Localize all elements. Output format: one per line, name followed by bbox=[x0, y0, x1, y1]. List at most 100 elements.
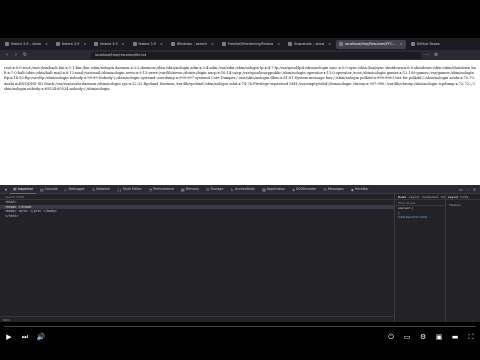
extensions-icon[interactable]: ⋯ bbox=[424, 52, 430, 58]
settings-icon[interactable]: ⚙ bbox=[418, 333, 428, 342]
fullscreen-icon[interactable]: ⛶ bbox=[466, 333, 476, 342]
tab-network[interactable]: ⇅ Network bbox=[89, 185, 113, 194]
volume-icon[interactable]: 🔊 bbox=[36, 333, 46, 341]
tab-label: Inspector bbox=[17, 186, 33, 191]
tab-label: Style Editor bbox=[122, 187, 142, 191]
controls-row: ▶ ⏭ 🔊 ⏻ ▭ ⚙ ▣ ▬ ⛶ bbox=[4, 330, 476, 344]
tab-accessibility[interactable]: ♿ Accessibility bbox=[227, 185, 258, 194]
tab-messages[interactable]: ✉ Messages bbox=[321, 185, 347, 194]
favicon-icon bbox=[170, 42, 175, 46]
tab-inspector[interactable]: ▣ Inspector bbox=[10, 185, 36, 194]
tab-label: fedora 3.9 bbox=[100, 42, 118, 46]
tab-3[interactable]: fedora 3.9 × bbox=[130, 40, 166, 49]
close-devtools-icon[interactable]: × bbox=[473, 187, 476, 192]
url-bar[interactable]: localhost/tmp/resumen/file.txt bbox=[91, 51, 421, 59]
tab-label: HackBar bbox=[354, 187, 369, 191]
forward-icon[interactable]: › bbox=[13, 52, 19, 58]
console-icon: ▤ bbox=[39, 186, 44, 192]
favicon-icon bbox=[410, 42, 415, 46]
tab-label: Network bbox=[96, 187, 110, 191]
tab-application[interactable]: ▩ Application bbox=[259, 185, 288, 194]
tab-label: Application bbox=[266, 187, 286, 191]
dominvader-icon: ◈ bbox=[292, 186, 296, 192]
tab-label: DOMInvader bbox=[296, 187, 317, 191]
tab-label: Messages bbox=[327, 187, 344, 191]
close-tab-icon[interactable]: × bbox=[122, 42, 125, 46]
tab-7-active[interactable]: localhost/tmp/Resumen/FFC... × bbox=[336, 39, 406, 49]
back-icon[interactable]: ‹ bbox=[4, 52, 10, 58]
tab-rules[interactable]: Rules bbox=[398, 195, 406, 199]
theater-icon[interactable]: ▬ bbox=[450, 333, 460, 342]
reload-icon[interactable]: ↻ bbox=[22, 52, 28, 58]
markup-line[interactable]: </html> bbox=[0, 214, 394, 219]
tab-computed[interactable]: Computed bbox=[422, 195, 438, 199]
dock-icon[interactable]: ▭ bbox=[459, 187, 463, 192]
tab-1[interactable]: fedora 3.9 × bbox=[53, 40, 89, 49]
menu-icon[interactable]: ≡ bbox=[433, 52, 439, 58]
tab-side-fonts[interactable]: Fonts bbox=[460, 195, 468, 199]
favicon-icon bbox=[94, 42, 99, 46]
favicon-icon bbox=[55, 42, 60, 46]
tab-console[interactable]: ▤ Console bbox=[37, 185, 61, 194]
tab-0[interactable]: fedora 3.9 – show × bbox=[2, 40, 51, 49]
tab-label: fedora 3.9 bbox=[61, 42, 80, 46]
tab-storage[interactable]: ☰ Storage bbox=[203, 185, 226, 194]
tab-label: Storage bbox=[210, 187, 224, 191]
breadcrumb-item[interactable]: html bbox=[3, 318, 10, 322]
tab-8[interactable]: GitHub Repos bbox=[408, 40, 443, 49]
autoplay-icon[interactable]: ⏻ bbox=[386, 333, 396, 342]
tab-label: Windows – search bbox=[176, 42, 208, 46]
tab-label: Memory bbox=[185, 187, 200, 191]
favicon-icon bbox=[5, 42, 9, 46]
tab-2[interactable]: fedora 3.9 × bbox=[91, 40, 127, 49]
devtools-body: Search HTML <html> <head> </head> <body>… bbox=[0, 194, 480, 322]
performance-icon: ◔ bbox=[148, 186, 153, 192]
tab-side-layout[interactable]: Layout bbox=[448, 195, 458, 199]
next-icon[interactable]: ⏭ bbox=[20, 333, 30, 342]
tab-label: Performance bbox=[153, 187, 175, 191]
application-icon: ▩ bbox=[262, 186, 266, 192]
close-tab-icon[interactable]: × bbox=[160, 42, 163, 46]
rule-row[interactable]: Inherited from html bbox=[395, 215, 445, 220]
browser-window: fedora 3.9 – show × fedora 3.9 × fedora 3.… bbox=[0, 38, 480, 322]
tab-label: Snapshots – show bbox=[294, 42, 325, 46]
passwd-text: root:x:0:0:root:/root:/bin/bash bin:x:1:… bbox=[4, 66, 476, 91]
tab-performance[interactable]: ◔ Performance bbox=[146, 185, 177, 194]
filter-placeholder: Filter Styles bbox=[398, 200, 416, 205]
debugger-icon: ▷ bbox=[64, 186, 68, 192]
storage-icon: ☰ bbox=[206, 186, 210, 192]
hackbar-icon: ◆ bbox=[350, 186, 354, 192]
tab-label: Debugger bbox=[68, 187, 85, 191]
miniplayer-icon[interactable]: ▣ bbox=[434, 333, 444, 342]
memory-icon: ▦ bbox=[181, 186, 185, 192]
tab-bar: fedora 3.9 – show × fedora 3.9 × fedora 3.… bbox=[0, 38, 480, 50]
tab-layout[interactable]: Layout bbox=[409, 195, 419, 199]
close-tab-icon[interactable]: × bbox=[45, 42, 48, 46]
play-icon[interactable]: ▶ bbox=[4, 333, 14, 341]
close-tab-icon[interactable]: × bbox=[277, 42, 280, 46]
tab-hackbar[interactable]: ◆ HackBar bbox=[348, 185, 372, 194]
tab-debugger[interactable]: ▷ Debugger bbox=[62, 185, 88, 194]
pick-element-icon[interactable]: ⌖ bbox=[3, 187, 9, 192]
tab-label: localhost/tmp/Resumen/FFC... bbox=[345, 42, 396, 46]
favicon-icon bbox=[339, 42, 344, 46]
close-tab-icon[interactable]: × bbox=[328, 42, 331, 46]
favicon-icon bbox=[132, 42, 137, 46]
progress-bar[interactable] bbox=[4, 326, 476, 327]
tab-dominvader[interactable]: ◈ DOMInvader bbox=[289, 185, 319, 194]
tab-memory[interactable]: ▦ Memory bbox=[178, 185, 202, 194]
layout-panel: Layout Fonts Flexbox bbox=[445, 194, 480, 322]
tab-5[interactable]: FreeSoft/Hardening/Fedora × bbox=[219, 40, 283, 49]
tab-style-editor[interactable]: {} Style Editor bbox=[114, 185, 145, 194]
close-tab-icon[interactable]: × bbox=[83, 42, 86, 46]
messages-icon: ✉ bbox=[323, 186, 327, 192]
tab-label: Accessibility bbox=[234, 187, 256, 191]
more-options-icon[interactable]: ⋯ bbox=[466, 187, 470, 192]
tab-6[interactable]: Snapshots – show × bbox=[285, 40, 334, 49]
captions-icon[interactable]: ▭ bbox=[402, 333, 412, 342]
close-tab-icon[interactable]: × bbox=[400, 42, 403, 46]
tab-4[interactable]: Windows – search × bbox=[168, 40, 217, 49]
style-editor-icon: {} bbox=[116, 186, 122, 192]
nav-bar: ‹ › ↻ localhost/tmp/resumen/file.txt ⋯ ≡ bbox=[0, 50, 480, 60]
close-tab-icon[interactable]: × bbox=[211, 42, 214, 46]
